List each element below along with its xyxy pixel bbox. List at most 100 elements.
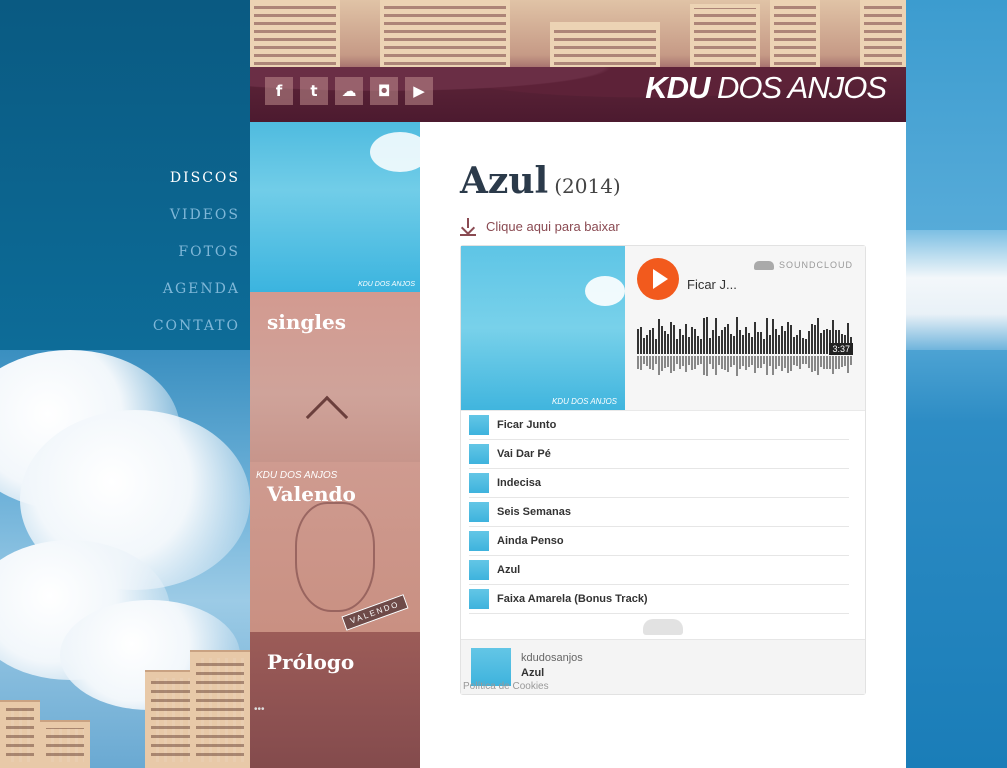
playlist-title[interactable]: Azul [521,667,544,679]
waveform-bar [769,335,771,354]
play-button[interactable] [637,258,679,300]
cookie-policy-link[interactable]: Política de Cookies [463,681,549,692]
waveform-bar-reflection [646,356,648,366]
waveform-bar-reflection [649,356,651,369]
playlist-user[interactable]: kdudosanjos [521,652,583,664]
waveform-bar-reflection [763,356,765,364]
album-azul-cover[interactable]: KDU DOS ANJOS [250,122,420,292]
waveform-bar [793,337,795,354]
waveform-bar-reflection [757,356,759,368]
waveform-bar-reflection [847,356,849,373]
waveform-bar-reflection [685,356,687,372]
waveform-bar-reflection [640,356,642,370]
soundcloud-brand-label: SOUNDCLOUD [778,260,853,270]
waveform-bar [673,325,675,354]
waveform-bar [658,319,660,354]
nav-item-videos[interactable]: VIDEOS [0,197,240,234]
waveform-bar [742,335,744,354]
cover-small-text: KDU DOS ANJOS [358,281,415,288]
waveform-bar-reflection [793,356,795,365]
waveform-bar-reflection [742,356,744,366]
now-playing-title[interactable]: Ficar J... [687,277,737,292]
artwork-text: KDU DOS ANJOS [551,397,617,406]
waveform-bar-reflection [820,356,822,367]
waveform-bar [814,325,816,354]
waveform-bar [682,335,684,354]
track-item[interactable]: Faixa Amarela (Bonus Track) [469,585,849,614]
track-item[interactable]: Ficar Junto [469,411,849,440]
waveform-bar-reflection [733,356,735,365]
waveform-bar [763,339,765,354]
waveform-bar [667,334,669,354]
waveform-bar [655,339,657,354]
track-item[interactable]: Ainda Penso [469,527,849,556]
waveform-bar [688,337,690,354]
right-cloud [906,230,1007,350]
nav-item-discos[interactable]: DISCOS [0,160,240,197]
waveform-bar [784,331,786,354]
track-name: Faixa Amarela (Bonus Track) [497,593,648,605]
track-thumbnail [469,502,489,522]
soundcloud-brand[interactable]: SOUNDCLOUD [753,260,853,270]
album-valendo-cover[interactable]: KDU DOS ANJOS Valendo VALENDO [250,462,420,632]
track-item[interactable]: Seis Semanas [469,498,849,527]
youtube-icon[interactable]: ▶ [405,77,433,105]
waveform-bar-reflection [736,356,738,376]
track-item[interactable]: Vai Dar Pé [469,440,849,469]
logo-bold: KDU [645,70,710,105]
waveform-bar-reflection [826,356,828,369]
waveform-bar-reflection [676,356,678,364]
nav-item-agenda[interactable]: AGENDA [0,271,240,308]
waveform-bar-reflection [655,356,657,364]
waveform-bar [640,327,642,354]
track-thumbnail [469,531,489,551]
waveform-bar-reflection [781,356,783,371]
waveform-bar-reflection [652,356,654,370]
track-item[interactable]: Indecisa [469,469,849,498]
waveform-bar-reflection [667,356,669,367]
waveform-bar [649,330,651,354]
album-singles-title: singles [267,310,346,334]
waveform-bar-reflection [664,356,666,368]
waveform-bar [796,335,798,354]
waveform-bar [754,322,756,354]
player-artwork[interactable]: KDU DOS ANJOS [461,246,625,410]
waveform-bar [787,322,789,354]
waveform-bar-reflection [829,356,831,369]
waveform-bar-reflection [712,356,714,369]
waveform-bar [760,332,762,354]
album-prologo-cover[interactable]: Prólogo ••• [250,632,420,768]
waveform-bar-reflection [838,356,840,369]
download-link[interactable]: Clique aqui para baixar [460,218,620,236]
waveform-bar-reflection [823,356,825,369]
instagram-icon[interactable]: ◘ [370,77,398,105]
waveform-bar-reflection [754,356,756,373]
nav-item-contato[interactable]: CONTATO [0,308,240,345]
waveform-bar [706,317,708,354]
site-logo[interactable]: KDU DOS ANJOS [645,70,887,106]
waveform-bar [694,329,696,354]
facebook-icon[interactable]: f [265,77,293,105]
soundcloud-icon[interactable]: ☁ [335,77,363,105]
waveform-bar-reflection [658,356,660,375]
album-title-text: Azul [460,160,549,202]
waveform-bar [697,336,699,354]
waveform-bar [646,335,648,354]
track-item[interactable]: Azul [469,556,849,585]
waveform-bar [733,336,735,354]
waveform[interactable] [637,316,853,378]
player-header: KDU DOS ANJOS Ficar J... SOUNDCLOUD 3:37 [461,246,865,411]
waveform-bar [652,328,654,354]
right-sky-photo [906,0,1007,768]
waveform-bar-reflection [709,356,711,364]
twitter-icon[interactable]: t [300,77,328,105]
waveform-bar-reflection [784,356,786,368]
track-name: Azul [497,564,521,576]
waveform-bar-reflection [643,356,645,364]
nav-item-fotos[interactable]: FOTOS [0,234,240,271]
waveform-bar [676,339,678,354]
album-singles-cover[interactable]: singles [250,292,420,462]
soundcloud-watermark-icon [461,614,865,640]
album-valendo-sub: KDU DOS ANJOS [256,470,338,481]
social-links: f t ☁ ◘ ▶ [265,77,433,105]
